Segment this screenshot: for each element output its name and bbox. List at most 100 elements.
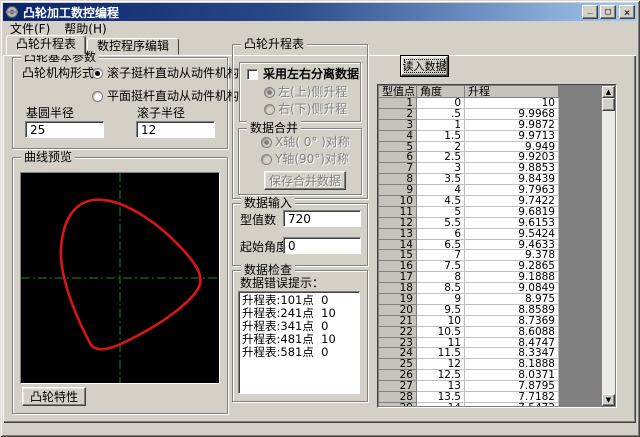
cell-lift[interactable]: 8.975 — [465, 294, 559, 305]
scroll-down-button[interactable]: ▼ — [602, 394, 615, 406]
tab-lift-table[interactable]: 凸轮升程表 — [6, 35, 86, 55]
cell-point[interactable]: 10 — [379, 196, 417, 207]
cell-angle[interactable]: 1 — [417, 120, 465, 131]
cell-angle[interactable]: 2 — [417, 142, 465, 153]
cell-lift[interactable]: 7.8795 — [465, 381, 559, 392]
table-row[interactable]: 25128.1888 — [379, 359, 602, 370]
cell-angle[interactable]: 3 — [417, 163, 465, 174]
cell-point[interactable]: 2 — [379, 109, 417, 120]
cell-lift[interactable]: 9.2865 — [465, 261, 559, 272]
table-row[interactable]: 949.7963 — [379, 185, 602, 196]
cell-point[interactable]: 13 — [379, 229, 417, 240]
cell-angle[interactable]: 7 — [417, 250, 465, 261]
cell-point[interactable]: 5 — [379, 142, 417, 153]
cell-angle[interactable]: 3.5 — [417, 174, 465, 185]
separate-data-checkbox[interactable] — [247, 69, 258, 80]
cell-point[interactable]: 22 — [379, 327, 417, 338]
cell-lift[interactable]: 8.1888 — [465, 359, 559, 370]
maximize-button[interactable]: □ — [600, 5, 616, 19]
table-row[interactable]: 739.8853 — [379, 163, 602, 174]
lift-table-grid[interactable]: 型值点 角度 升程 10102.59.9968319.987241.59.971… — [377, 84, 617, 408]
cell-angle[interactable]: 2.5 — [417, 152, 465, 163]
cell-angle[interactable]: 4 — [417, 185, 465, 196]
cell-point[interactable]: 9 — [379, 185, 417, 196]
cell-angle[interactable]: 6 — [417, 229, 465, 240]
table-row[interactable]: 125.59.6153 — [379, 218, 602, 229]
cell-lift[interactable]: 9.378 — [465, 250, 559, 261]
cell-lift[interactable]: 9.8439 — [465, 174, 559, 185]
table-row[interactable]: 1369.5424 — [379, 229, 602, 240]
cell-point[interactable]: 20 — [379, 305, 417, 316]
cell-point[interactable]: 12 — [379, 218, 417, 229]
cell-angle[interactable]: .5 — [417, 109, 465, 120]
cell-angle[interactable]: 8.5 — [417, 283, 465, 294]
cell-lift[interactable]: 9.9872 — [465, 120, 559, 131]
point-count-input[interactable]: 720 — [283, 210, 361, 227]
cell-lift[interactable]: 9.9713 — [465, 131, 559, 142]
cell-point[interactable]: 11 — [379, 207, 417, 218]
cell-lift[interactable]: 8.0371 — [465, 370, 559, 381]
cell-point[interactable]: 18 — [379, 283, 417, 294]
table-row[interactable]: 146.59.4633 — [379, 240, 602, 251]
table-row[interactable]: 529.949 — [379, 142, 602, 153]
table-row[interactable]: 62.59.9203 — [379, 152, 602, 163]
grid-scrollbar[interactable]: ▲ ▼ — [602, 86, 615, 406]
table-row[interactable]: 29147.5472 — [379, 403, 602, 406]
cell-lift[interactable]: 10 — [465, 98, 559, 109]
table-row[interactable]: 1010 — [379, 98, 602, 109]
table-row[interactable]: 1789.1888 — [379, 272, 602, 283]
cell-lift[interactable]: 9.949 — [465, 142, 559, 153]
cell-angle[interactable]: 13.5 — [417, 392, 465, 403]
cell-point[interactable]: 7 — [379, 163, 417, 174]
cell-angle[interactable]: 6.5 — [417, 240, 465, 251]
cell-lift[interactable]: 9.6819 — [465, 207, 559, 218]
table-row[interactable]: 188.59.0849 — [379, 283, 602, 294]
cell-angle[interactable]: 10 — [417, 316, 465, 327]
cell-point[interactable]: 3 — [379, 120, 417, 131]
base-radius-input[interactable]: 25 — [25, 121, 104, 138]
cell-lift[interactable]: 9.1888 — [465, 272, 559, 283]
cell-lift[interactable]: 7.5472 — [465, 403, 559, 406]
table-row[interactable]: 2210.58.6088 — [379, 327, 602, 338]
cell-angle[interactable]: 12.5 — [417, 370, 465, 381]
cell-angle[interactable]: 0 — [417, 98, 465, 109]
radio-roller-follower[interactable] — [92, 68, 103, 79]
cell-angle[interactable]: 14 — [417, 403, 465, 406]
table-row[interactable]: 2411.58.3347 — [379, 348, 602, 359]
tab-nc-program[interactable]: 数控程序编辑 — [87, 38, 179, 55]
table-row[interactable]: 209.58.8589 — [379, 305, 602, 316]
table-row[interactable]: 104.59.7422 — [379, 196, 602, 207]
cell-angle[interactable]: 9.5 — [417, 305, 465, 316]
cell-lift[interactable]: 9.5424 — [465, 229, 559, 240]
cell-angle[interactable]: 8 — [417, 272, 465, 283]
cell-lift[interactable]: 9.8853 — [465, 163, 559, 174]
minimize-button[interactable]: _ — [582, 5, 598, 19]
cell-lift[interactable]: 8.8589 — [465, 305, 559, 316]
table-row[interactable]: 83.59.8439 — [379, 174, 602, 185]
table-row[interactable]: 27137.8795 — [379, 381, 602, 392]
cell-point[interactable]: 16 — [379, 261, 417, 272]
table-row[interactable]: 2813.57.7182 — [379, 392, 602, 403]
cell-lift[interactable]: 9.9968 — [465, 109, 559, 120]
table-row[interactable]: 1159.6819 — [379, 207, 602, 218]
cell-lift[interactable]: 8.6088 — [465, 327, 559, 338]
table-row[interactable]: 1998.975 — [379, 294, 602, 305]
cell-point[interactable]: 4 — [379, 131, 417, 142]
cell-angle[interactable]: 7.5 — [417, 261, 465, 272]
table-row[interactable]: 1579.378 — [379, 250, 602, 261]
cell-point[interactable]: 15 — [379, 250, 417, 261]
cell-angle[interactable]: 11 — [417, 338, 465, 349]
cell-point[interactable]: 1 — [379, 98, 417, 109]
cell-angle[interactable]: 12 — [417, 359, 465, 370]
cell-angle[interactable]: 4.5 — [417, 196, 465, 207]
cell-lift[interactable]: 9.0849 — [465, 283, 559, 294]
start-angle-input[interactable]: 0 — [283, 237, 361, 254]
cell-point[interactable]: 8 — [379, 174, 417, 185]
cell-lift[interactable]: 9.6153 — [465, 218, 559, 229]
error-list-item[interactable]: 升程表:581点 0 — [242, 346, 359, 359]
cell-lift[interactable]: 9.9203 — [465, 152, 559, 163]
cell-lift[interactable]: 8.7369 — [465, 316, 559, 327]
radio-flat-follower[interactable] — [92, 91, 103, 102]
cam-feature-button[interactable]: 凸轮特性 — [22, 387, 86, 406]
cell-angle[interactable]: 1.5 — [417, 131, 465, 142]
